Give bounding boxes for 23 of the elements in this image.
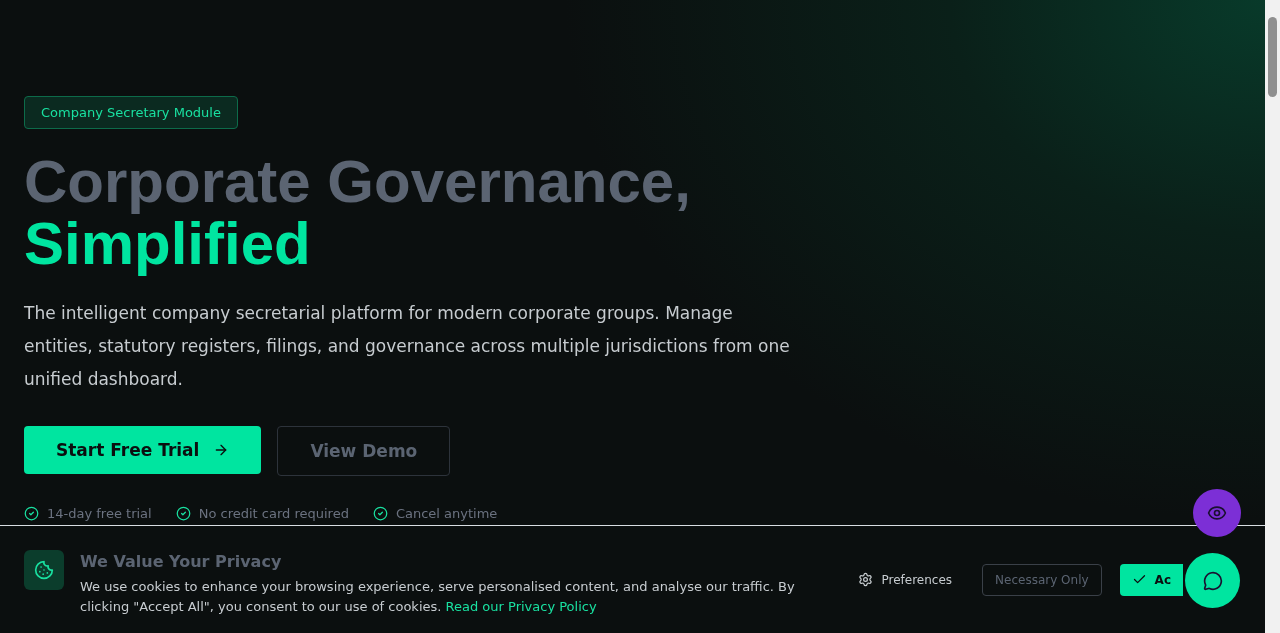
start-trial-button[interactable]: Start Free Trial: [24, 426, 262, 474]
accessibility-button[interactable]: [1193, 489, 1241, 537]
chat-icon: [1202, 570, 1223, 591]
feature-text: Cancel anytime: [395, 506, 498, 521]
privacy-policy-link[interactable]: Read our Privacy Policy: [445, 599, 597, 614]
hero-heading-line: Corporate Governance,: [24, 151, 691, 213]
module-badge: Company Secretary Module: [24, 96, 238, 129]
cookie-text: We use cookies to enhance your browsing experience, serve personalised content, and analyse our traffic. By clicking "Accept All", you consent to our use of cookies. Read our Privacy Policy: [80, 578, 796, 616]
check-circle-icon: [372, 506, 388, 521]
check-circle-icon: [24, 506, 39, 521]
feature-text: 14-day free trial: [47, 506, 152, 521]
preferences-button[interactable]: Preferences: [846, 563, 965, 596]
cookie-icon: [34, 560, 54, 580]
settings-icon: [858, 572, 874, 587]
feature-text: No credit card required: [198, 506, 349, 521]
check-circle-icon: [175, 506, 191, 521]
hero-description: The intelligent company secretarial platform for modern corporate groups. Manage entities, statutory registers, filings, and governance across multiple jurisdictions from one unified dashboard.: [24, 302, 791, 391]
hero-heading-line: Simplified: [24, 213, 312, 275]
eye-icon: [1207, 503, 1227, 523]
scrollbar[interactable]: [1265, 0, 1280, 633]
scrollbar-thumb[interactable]: [1268, 17, 1277, 97]
cookie-title: We Value Your Privacy: [80, 552, 283, 571]
accept-all-button[interactable]: Ac: [1119, 563, 1183, 596]
